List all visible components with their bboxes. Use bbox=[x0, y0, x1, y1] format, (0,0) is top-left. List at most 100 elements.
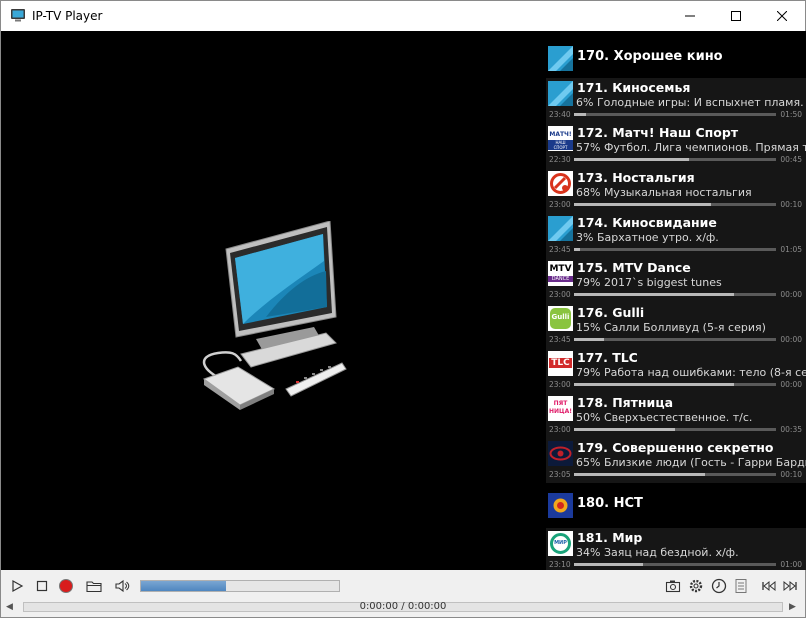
logo-subtext: DANCE bbox=[548, 276, 573, 282]
tv-illustration bbox=[202, 221, 347, 410]
channel-program: 50% Сверхъестественное. т/с. bbox=[576, 411, 753, 424]
list-icon bbox=[735, 579, 747, 593]
channel-name: 172. Матч! Наш Спорт bbox=[577, 125, 739, 140]
schedule-button[interactable] bbox=[709, 576, 729, 596]
title-bar[interactable]: IP-TV Player bbox=[1, 1, 805, 31]
channel-item[interactable]: 171. Киносемья 6% Голодные игры: И вспых… bbox=[546, 78, 806, 123]
logo-text: Gulli bbox=[551, 313, 570, 321]
app-window: IP-TV Player 170. Хорошее кино 171. Кино… bbox=[0, 0, 806, 618]
sovsekretno-logo bbox=[548, 441, 573, 466]
camera-icon bbox=[665, 580, 681, 593]
program-start-time: 23:45 bbox=[549, 335, 571, 344]
channel-item[interactable]: МАТЧ! НАШ СПОРТ 172. Матч! Наш Спорт 57%… bbox=[546, 123, 806, 168]
previous-channel-button[interactable] bbox=[759, 576, 779, 596]
program-progress-bar bbox=[574, 428, 776, 431]
program-start-time: 23:00 bbox=[549, 425, 571, 434]
channel-item[interactable]: TLC 177. TLC 79% Работа над ошибками: те… bbox=[546, 348, 806, 393]
logo-text: ПЯТ НИЦА! bbox=[549, 400, 572, 415]
pyatnitsa-logo: ПЯТ НИЦА! bbox=[548, 396, 573, 421]
program-start-time: 23:00 bbox=[549, 380, 571, 389]
logo-text: TLC bbox=[549, 358, 572, 368]
generic-tv-logo bbox=[548, 46, 573, 71]
program-end-time: 00:10 bbox=[780, 200, 802, 209]
channel-item[interactable]: 170. Хорошее кино bbox=[546, 36, 806, 81]
program-progress-bar bbox=[574, 473, 776, 476]
channel-program: 79% 2017`s biggest tunes bbox=[576, 276, 722, 289]
play-icon bbox=[12, 579, 24, 593]
settings-icon bbox=[689, 579, 703, 593]
open-folder-button[interactable] bbox=[84, 576, 104, 596]
nst-logo bbox=[548, 493, 573, 518]
program-progress-fill bbox=[574, 248, 581, 251]
channel-program: 6% Голодные игры: И вспыхнет пламя. х/ф. bbox=[576, 96, 806, 109]
snapshot-button[interactable] bbox=[663, 576, 683, 596]
minimize-button[interactable] bbox=[667, 1, 713, 31]
tlc-logo: TLC bbox=[548, 351, 573, 376]
channel-item[interactable]: 174. Киносвидание 3% Бархатное утро. х/ф… bbox=[546, 213, 806, 258]
program-start-time: 22:30 bbox=[549, 155, 571, 164]
next-channel-button[interactable] bbox=[780, 576, 800, 596]
channel-item[interactable]: МИР 181. Мир 34% Заяц над бездной. х/ф. … bbox=[546, 528, 806, 570]
seek-right-arrow[interactable]: ▶ bbox=[789, 602, 796, 612]
channel-name: 174. Киносвидание bbox=[577, 215, 717, 230]
volume-fill bbox=[141, 581, 227, 591]
channel-item[interactable]: 173. Ностальгия 68% Музыкальная ностальг… bbox=[546, 168, 806, 213]
channel-name: 180. НСТ bbox=[577, 496, 643, 511]
program-progress-fill bbox=[574, 293, 734, 296]
channel-item[interactable]: Gulli 176. Gulli 15% Салли Болливуд (5-я… bbox=[546, 303, 806, 348]
program-end-time: 01:50 bbox=[780, 110, 802, 119]
close-icon bbox=[777, 11, 787, 21]
channel-program: 34% Заяц над бездной. х/ф. bbox=[576, 546, 739, 559]
program-progress-bar bbox=[574, 248, 776, 251]
volume-button[interactable] bbox=[112, 576, 132, 596]
program-progress-fill bbox=[574, 158, 690, 161]
gulli-logo: Gulli bbox=[548, 306, 573, 331]
video-area[interactable] bbox=[1, 31, 546, 570]
channel-item[interactable]: MTV DANCE 175. MTV Dance 79% 2017`s bigg… bbox=[546, 258, 806, 303]
program-progress-bar bbox=[574, 338, 776, 341]
program-progress-fill bbox=[574, 203, 712, 206]
program-progress-bar bbox=[574, 158, 776, 161]
channel-item[interactable]: 179. Совершенно секретно 65% Близкие люд… bbox=[546, 438, 806, 483]
program-start-time: 23:10 bbox=[549, 560, 571, 569]
control-bar: ◀ 0:00:00 / 0:00:00 ▶ bbox=[1, 570, 805, 617]
generic-tv-logo bbox=[548, 81, 573, 106]
logo-text: MTV bbox=[549, 264, 572, 274]
playlist-button[interactable] bbox=[731, 576, 751, 596]
record-button[interactable] bbox=[56, 576, 76, 596]
logo-subtext: НАШ СПОРТ bbox=[548, 140, 573, 150]
clock-icon bbox=[711, 578, 727, 594]
maximize-button[interactable] bbox=[713, 1, 759, 31]
volume-slider[interactable] bbox=[140, 580, 340, 592]
settings-button[interactable] bbox=[686, 576, 706, 596]
program-progress-fill bbox=[574, 383, 734, 386]
program-end-time: 00:00 bbox=[780, 290, 802, 299]
match-nash-sport-logo: МАТЧ! НАШ СПОРТ bbox=[548, 126, 573, 151]
channel-program: 79% Работа над ошибками: тело (8-я серия… bbox=[576, 366, 806, 379]
previous-icon bbox=[762, 580, 776, 592]
mir-logo: МИР bbox=[548, 531, 573, 556]
program-start-time: 23:45 bbox=[549, 245, 571, 254]
channel-name: 170. Хорошее кино bbox=[577, 49, 723, 64]
channel-item[interactable]: 180. НСТ bbox=[546, 483, 806, 528]
channel-program: 57% Футбол. Лига чемпионов. Прямая тра..… bbox=[576, 141, 806, 154]
program-start-time: 23:00 bbox=[549, 290, 571, 299]
channel-item[interactable]: ПЯТ НИЦА! 178. Пятница 50% Сверхъестеств… bbox=[546, 393, 806, 438]
channel-program: 65% Близкие люди (Гость - Гарри Бардин) bbox=[576, 456, 806, 469]
stop-button[interactable] bbox=[32, 576, 52, 596]
stop-icon bbox=[36, 580, 48, 592]
channel-list[interactable]: 170. Хорошее кино 171. Киносемья 6% Голо… bbox=[546, 31, 806, 570]
program-progress-fill bbox=[574, 428, 675, 431]
channel-program: 68% Музыкальная ностальгия bbox=[576, 186, 752, 199]
channel-name: 177. TLC bbox=[577, 350, 638, 365]
program-progress-fill bbox=[574, 473, 706, 476]
close-button[interactable] bbox=[759, 1, 805, 31]
program-end-time: 00:10 bbox=[780, 470, 802, 479]
program-progress-bar bbox=[574, 203, 776, 206]
program-progress-bar bbox=[574, 383, 776, 386]
channel-name: 178. Пятница bbox=[577, 395, 674, 410]
play-button[interactable] bbox=[7, 576, 27, 596]
program-start-time: 23:00 bbox=[549, 200, 571, 209]
program-end-time: 00:00 bbox=[780, 335, 802, 344]
channel-name: 179. Совершенно секретно bbox=[577, 440, 774, 455]
